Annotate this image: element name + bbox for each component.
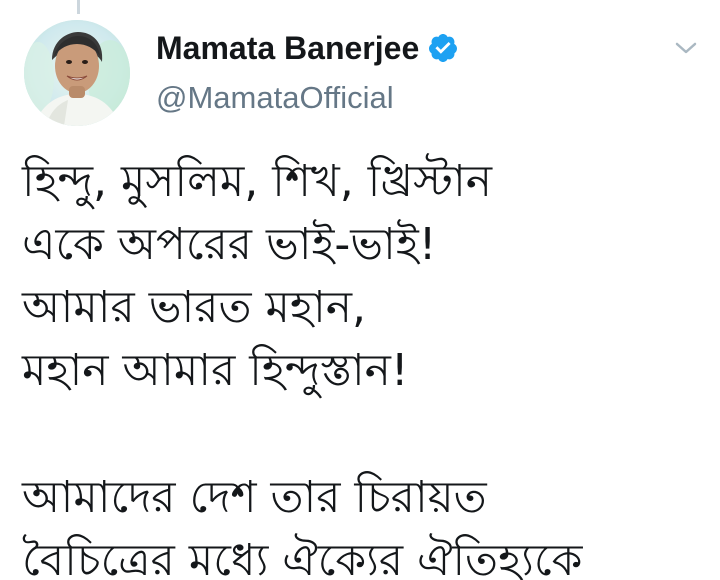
avatar-image <box>24 20 130 126</box>
tweet-line: একে অপরের ভাই-ভাই! <box>22 219 437 270</box>
avatar[interactable] <box>24 20 130 126</box>
tweet-text: হিন্দু, মুসলিম, শিখ, খ্রিস্টান একে অপরের… <box>22 150 712 580</box>
author-handle[interactable]: @MamataOfficial <box>156 80 394 120</box>
display-name[interactable]: Mamata Banerjee <box>156 30 419 67</box>
tweet-line: বৈচিত্রের মধ্যে ঐক্যের ঐতিহ্যকে <box>22 535 583 580</box>
tweet-line: মহান আমার হিন্দুস্তান! <box>22 345 409 396</box>
verified-badge-icon <box>427 32 459 64</box>
tweet-line: আমার ভারত মহান, <box>22 282 367 333</box>
tweet-line: আমাদের দেশ তার চিরায়ত <box>22 472 487 523</box>
tweet-line: হিন্দু, মুসলিম, শিখ, খ্রিস্টান <box>22 156 493 207</box>
chevron-down-icon[interactable] <box>672 36 700 60</box>
author-row: Mamata Banerjee <box>156 26 459 70</box>
thread-connector-line <box>77 0 80 14</box>
